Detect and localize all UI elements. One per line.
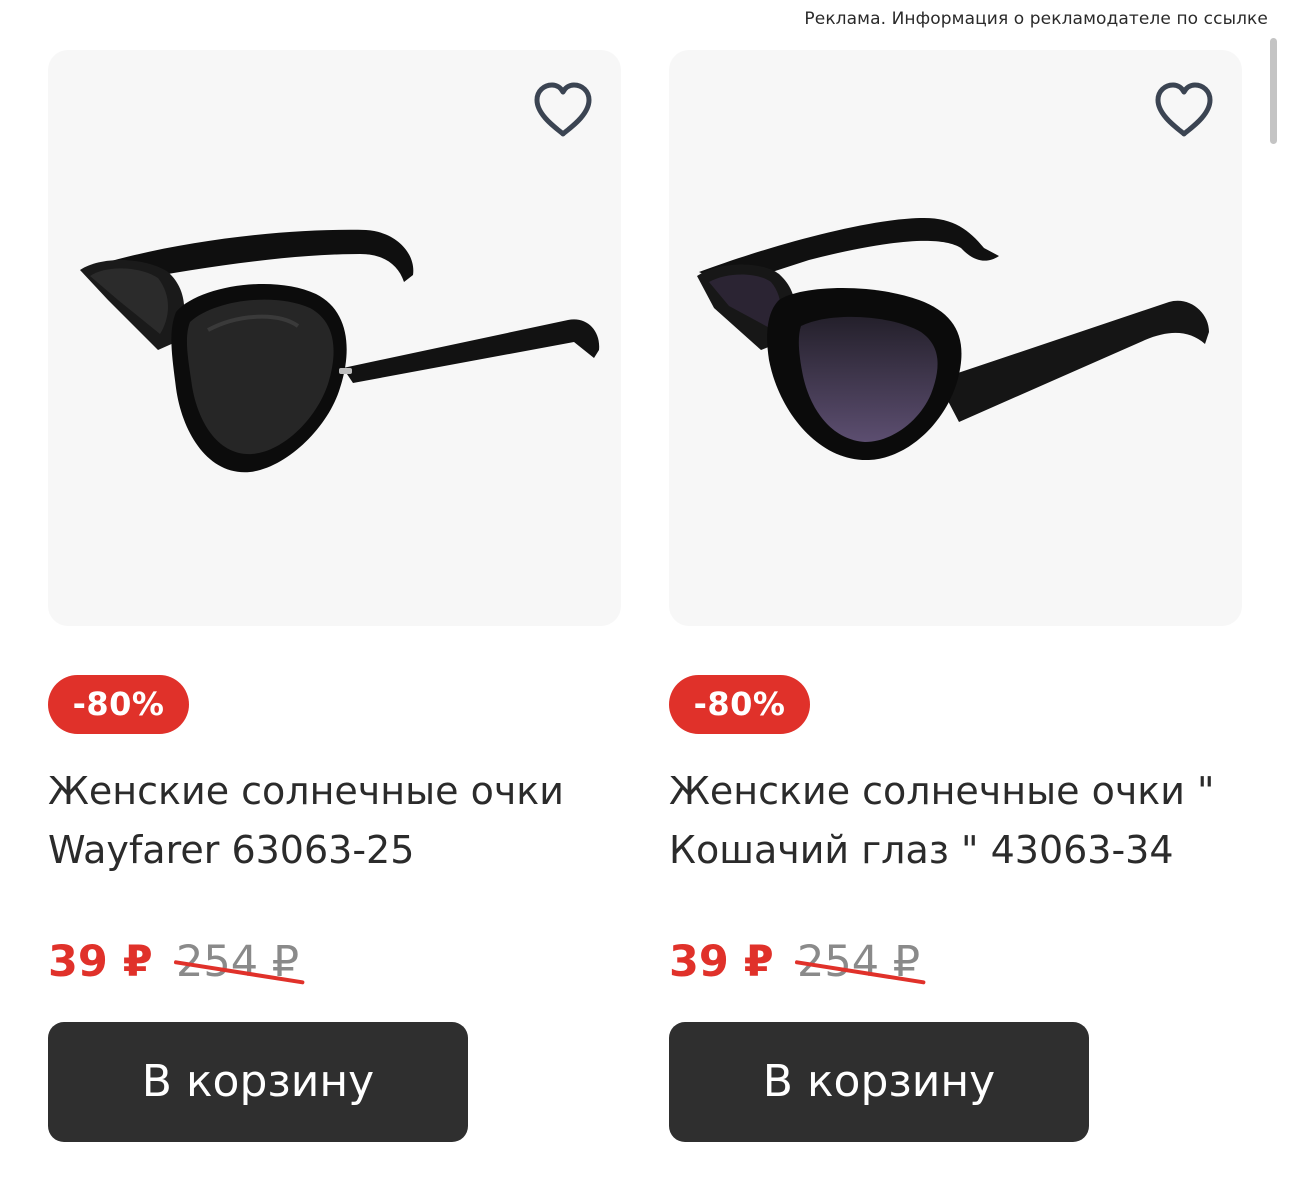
discount-badge: -80% xyxy=(48,675,189,734)
add-to-cart-button[interactable]: В корзину xyxy=(48,1022,468,1142)
product-title[interactable]: Женские солнечные очки Wayfarer 63063-25 xyxy=(48,762,608,880)
price-current: 39 ₽ xyxy=(48,937,153,987)
price-block: 39 ₽ 254 ₽ xyxy=(48,934,608,990)
product-title-line1: Женские солнечные очки xyxy=(48,769,564,813)
heart-icon[interactable] xyxy=(1152,80,1216,140)
product-title-line1: Женские солнечные очки " xyxy=(669,769,1215,813)
product-title-line2: Кошачий глаз " 43063-34 xyxy=(669,828,1174,872)
add-to-cart-button[interactable]: В корзину xyxy=(669,1022,1089,1142)
product-card[interactable]: -80% Женские солнечные очки Wayfarer 630… xyxy=(48,50,621,1142)
product-title[interactable]: Женские солнечные очки " Кошачий глаз " … xyxy=(669,762,1229,880)
discount-badge: -80% xyxy=(669,675,810,734)
product-image-box[interactable] xyxy=(48,50,621,626)
ad-notice[interactable]: Реклама. Информация о рекламодателе по с… xyxy=(804,9,1268,29)
heart-icon[interactable] xyxy=(531,80,595,140)
price-old-wrap: 254 ₽ xyxy=(173,934,305,990)
product-title-line2: Wayfarer 63063-25 xyxy=(48,828,415,872)
scrollbar[interactable] xyxy=(1270,38,1277,144)
product-card[interactable]: -80% Женские солнечные очки " Кошачий гл… xyxy=(669,50,1242,1142)
price-old-wrap: 254 ₽ xyxy=(794,934,926,990)
price-current: 39 ₽ xyxy=(669,937,774,987)
product-grid: -80% Женские солнечные очки Wayfarer 630… xyxy=(48,50,1242,1142)
price-block: 39 ₽ 254 ₽ xyxy=(669,934,1229,990)
price-old: 254 ₽ xyxy=(797,937,921,987)
product-image-box[interactable] xyxy=(669,50,1242,626)
price-old: 254 ₽ xyxy=(176,937,300,987)
